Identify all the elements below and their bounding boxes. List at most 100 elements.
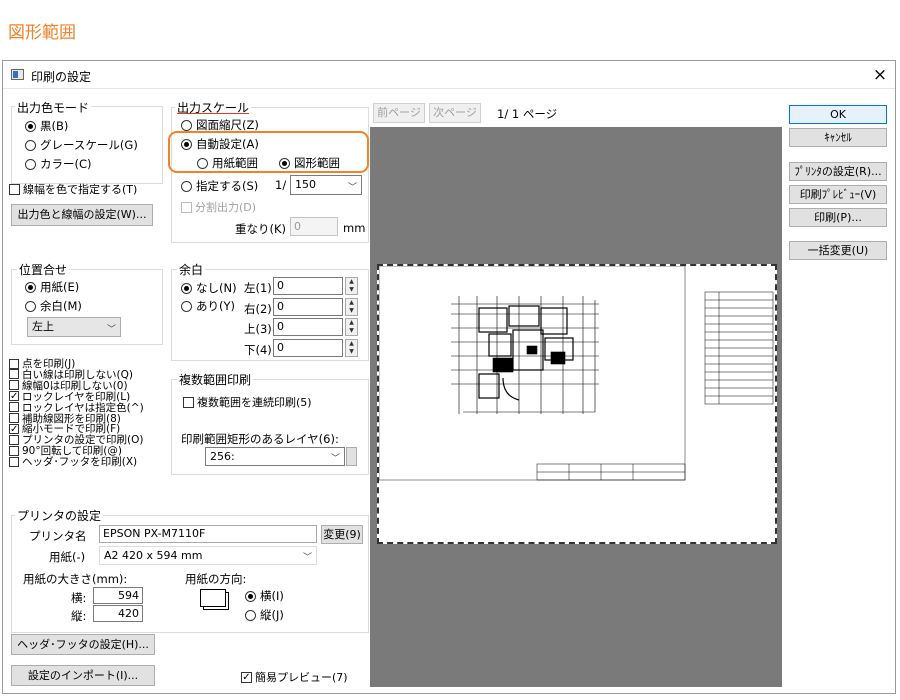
margin-some-radio[interactable]: あり(Y) <box>181 298 235 314</box>
prev-page-button[interactable]: 前ページ <box>373 103 425 123</box>
color-mode-grayscale-radio[interactable]: グレースケール(G) <box>25 137 138 153</box>
radio-dot-icon <box>25 158 36 170</box>
radio-dot-icon <box>181 180 192 192</box>
preview-paper <box>377 264 777 544</box>
overlap-unit: mm <box>343 221 366 235</box>
color-mode-color-radio[interactable]: カラー(C) <box>25 156 92 172</box>
overlap-label: 重なり(K) <box>235 222 287 236</box>
landscape-paper-icon <box>200 589 230 611</box>
radio-dot-icon <box>245 590 256 602</box>
specify-scale-radio[interactable]: 指定する(S) <box>181 178 258 194</box>
margin-bottom-spinner[interactable]: ▲ ▼ <box>345 339 358 357</box>
import-settings-button[interactable]: 設定のインポート(I)... <box>11 665 155 686</box>
printer-setup-button[interactable]: ﾌﾟﾘﾝﾀの設定(R)... <box>789 162 887 181</box>
simple-preview-checkbox[interactable]: ✓ 簡易プレビュー(7) <box>241 669 348 685</box>
checkbox-icon <box>9 456 19 467</box>
radio-dot-icon <box>181 282 192 294</box>
cancel-button[interactable]: ｷｬﾝｾﾙ <box>789 128 887 147</box>
radio-dot-icon <box>25 120 36 132</box>
checkbox-icon <box>183 396 194 408</box>
checkbox-icon <box>9 183 20 195</box>
radio-dot-icon <box>181 119 192 131</box>
scale-select[interactable]: 150 ﹀ <box>290 175 362 195</box>
margin-left-label: 左(1) <box>244 281 272 295</box>
margin-top-input[interactable]: 0 <box>273 318 343 336</box>
paper-width-label: 横: <box>71 591 87 605</box>
drawing-preview <box>378 265 774 481</box>
paper-size-label: 用紙の大きさ(mm): <box>23 572 128 586</box>
scale-prefix: 1/ <box>275 178 287 192</box>
print-option-checkbox[interactable]: ヘッダ･フッタを印刷(X) <box>9 454 137 469</box>
align-select[interactable]: 左上 ﹀ <box>27 317 121 337</box>
chevron-down-icon: ﹀ <box>106 325 116 335</box>
margin-none-radio[interactable]: なし(N) <box>181 280 237 296</box>
margin-bottom-input[interactable]: 0 <box>273 339 343 357</box>
paper-select[interactable]: A2 420 x 594 mm ﹀ <box>99 546 317 565</box>
close-icon[interactable]: × <box>869 64 891 86</box>
overlap-input[interactable]: 0 <box>290 217 338 236</box>
margin-bottom-label: 下(4) <box>244 343 272 357</box>
layer-picker-button[interactable] <box>346 447 357 466</box>
page-info: 1/ 1 ページ <box>497 107 558 121</box>
output-scale-label: 出力スケール <box>175 99 252 116</box>
output-color-mode-label: 出力色モード <box>15 99 92 116</box>
print-preview-button[interactable]: 印刷ﾌﾟﾚﾋﾞｭｰ(V) <box>789 185 887 204</box>
margin-label: 余白 <box>177 261 206 278</box>
print-settings-dialog: 印刷の設定 × 出力色モード 黒(B) グレースケール(G) カラー(C) 線幅… <box>2 60 896 694</box>
margin-top-label: 上(3) <box>244 322 272 336</box>
figure-range-radio[interactable]: 図形範囲 <box>279 155 340 171</box>
radio-dot-icon <box>181 300 192 312</box>
orientation-portrait-radio[interactable]: 縦(J) <box>245 607 284 623</box>
radio-dot-icon <box>197 157 208 169</box>
checkbox-icon: ✓ <box>241 671 252 683</box>
radio-dot-icon <box>245 609 256 621</box>
margin-left-input[interactable]: 0 <box>273 277 343 295</box>
radio-dot-icon <box>25 281 36 293</box>
paper-range-radio[interactable]: 用紙範囲 <box>197 155 258 171</box>
checkbox-icon <box>181 201 192 213</box>
multi-range-label: 複数範囲印刷 <box>177 371 254 388</box>
paper-height-label: 縦: <box>71 609 87 623</box>
radio-dot-icon <box>279 157 290 169</box>
radio-dot-icon <box>181 138 192 150</box>
split-output-checkbox[interactable]: 分割出力(D) <box>181 199 256 215</box>
print-preview-area <box>370 127 782 687</box>
color-mode-black-radio[interactable]: 黒(B) <box>25 118 68 134</box>
chevron-down-icon: ﹀ <box>302 553 312 563</box>
next-page-button[interactable]: 次ページ <box>429 103 481 123</box>
radio-dot-icon <box>25 300 36 312</box>
printer-settings-label: プリンタの設定 <box>15 507 104 524</box>
orientation-label: 用紙の方向: <box>185 572 247 586</box>
paper-width-field: 594 <box>93 587 143 604</box>
position-paper-radio[interactable]: 用紙(E) <box>25 279 79 295</box>
margin-right-label: 右(2) <box>244 302 272 316</box>
ok-button[interactable]: OK <box>789 105 887 124</box>
title-bar: 印刷の設定 × <box>3 61 895 89</box>
printer-name-field: EPSON PX-M7110F <box>99 525 317 543</box>
line-width-by-color-checkbox[interactable]: 線幅を色で指定する(T) <box>9 181 137 197</box>
chevron-down-icon: ﹀ <box>347 183 357 193</box>
change-printer-button[interactable]: 変更(9) <box>321 525 363 544</box>
continuous-print-checkbox[interactable]: 複数範囲を連続印刷(5) <box>183 394 312 410</box>
print-button[interactable]: 印刷(P)... <box>789 208 887 227</box>
layer-select[interactable]: 256: ﹀ <box>205 447 345 466</box>
header-footer-settings-button[interactable]: ヘッダ･フッタの設定(H)... <box>11 634 155 655</box>
radio-dot-icon <box>25 139 36 151</box>
margin-left-spinner[interactable]: ▲ ▼ <box>345 277 358 295</box>
position-label: 位置合せ <box>17 261 70 278</box>
margin-right-spinner[interactable]: ▲ ▼ <box>345 298 358 316</box>
margin-top-spinner[interactable]: ▲ ▼ <box>345 318 358 336</box>
app-icon <box>11 69 24 80</box>
margin-right-input[interactable]: 0 <box>273 298 343 316</box>
layer-label: 印刷範囲矩形のあるレイヤ(6): <box>181 432 339 446</box>
chevron-down-icon: ﹀ <box>330 454 340 464</box>
batch-change-button[interactable]: 一括変更(U) <box>789 241 887 260</box>
paper-label: 用紙(-) <box>49 550 86 564</box>
orientation-landscape-radio[interactable]: 横(I) <box>245 588 284 604</box>
position-margin-radio[interactable]: 余白(M) <box>25 298 82 314</box>
dialog-title: 印刷の設定 <box>31 70 92 84</box>
page-heading: 図形範囲 <box>8 23 76 43</box>
output-color-width-button[interactable]: 出力色と線幅の設定(W)... <box>11 204 153 226</box>
paper-height-field: 420 <box>93 605 143 622</box>
auto-setting-radio[interactable]: 自動設定(A) <box>181 136 259 152</box>
